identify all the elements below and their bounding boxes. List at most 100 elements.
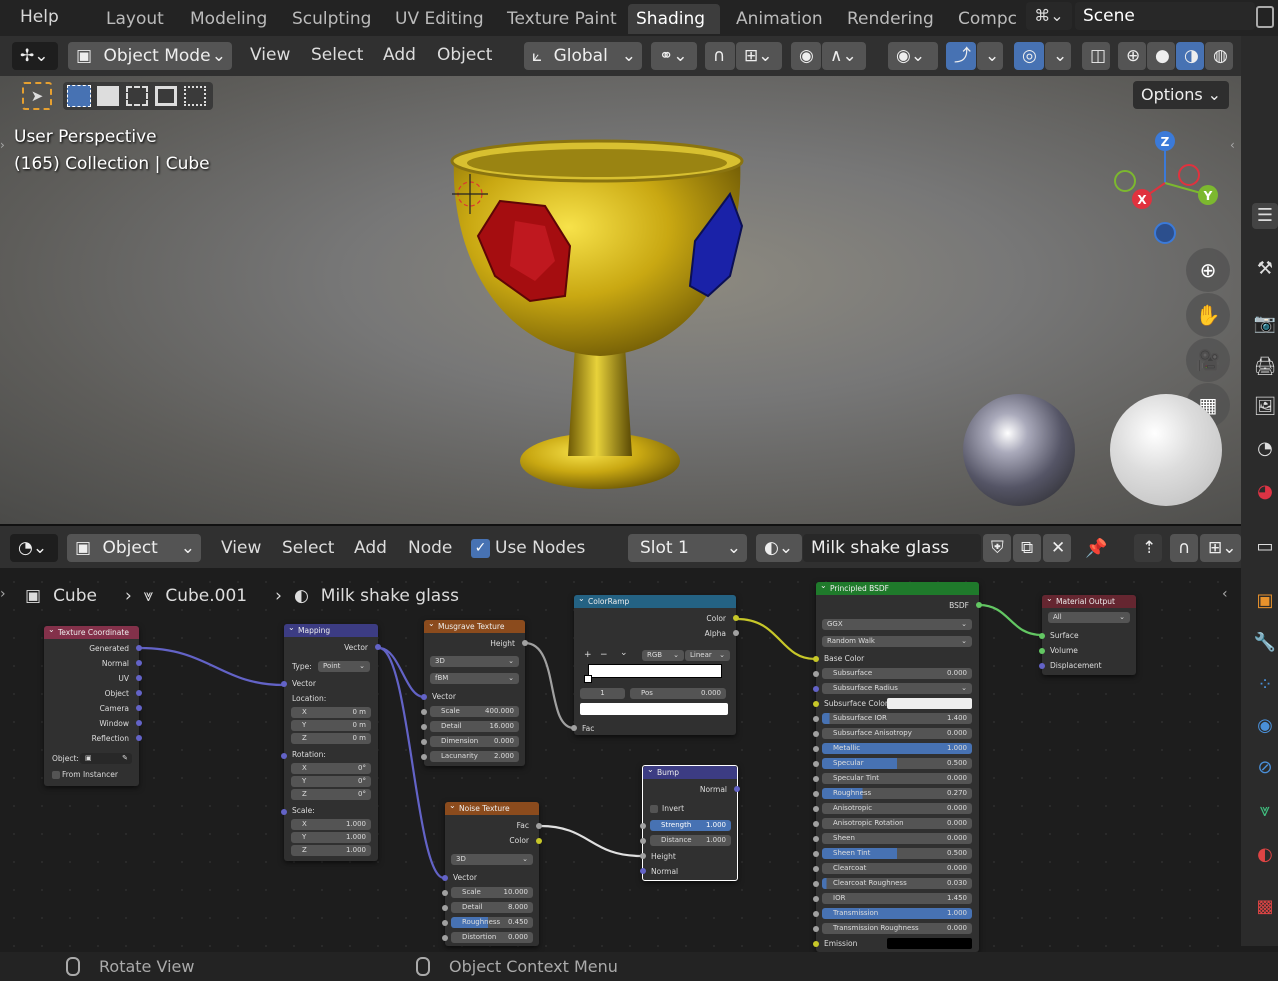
roughness-field[interactable]: Roughness 0.450 [451,917,533,928]
location-y-field[interactable]: Y 0 m [291,720,371,731]
output-socket[interactable] [733,630,739,636]
transform-orientation-dropdown[interactable]: ⟀ Global ⌄ [524,42,642,70]
slot-dropdown[interactable]: Slot 1 ⌄ [628,534,747,562]
input-socket[interactable] [813,656,819,662]
modifier-wrench-icon[interactable]: 🔧 [1252,630,1278,656]
output-socket[interactable] [734,786,740,792]
menu-node[interactable]: Node [408,538,452,558]
bsdf-field[interactable]: Transmission 1.000 [822,908,972,919]
color-mode-dropdown[interactable]: RGB ⌄ [642,650,684,661]
output-socket[interactable] [136,675,142,681]
physics-icon[interactable]: ◉ [1252,713,1278,739]
input-socket[interactable] [813,896,819,902]
distortion-field[interactable]: Distortion 0.000 [451,932,533,943]
fake-user-shield-icon[interactable]: ⛨ [983,534,1011,562]
principled-bsdf-node[interactable]: Principled BSDF BSDF GGX ⌄ Random Walk ⌄ B… [813,579,982,952]
stop-index-field[interactable]: 1 [580,688,625,699]
collection-icon[interactable]: ▭ [1252,534,1278,560]
scene-icon[interactable]: ◔ [1252,436,1278,462]
texture-coordinate-node[interactable]: Texture Coordinate Generated Normal UV O… [44,623,142,786]
sidebar-toggle-icon[interactable]: ‹ [1230,138,1235,152]
snap-target-icon[interactable]: ⊞⌄ [736,42,782,70]
object-picker-field[interactable]: ▣ ✎ [80,753,132,764]
tool-icon[interactable]: ⚒ [1252,256,1278,282]
subsurface-radius-dropdown[interactable]: Subsurface Radius ⌄ [822,683,972,694]
chevron-down-icon[interactable]: ⌄ [1045,42,1071,70]
menu-object[interactable]: Object [437,45,492,65]
input-socket[interactable] [813,836,819,842]
scene-field[interactable]: Scene [1075,2,1255,30]
ramp-menu-icon[interactable]: ⌄ [620,648,628,658]
input-socket[interactable] [442,920,448,926]
input-socket[interactable] [813,671,819,677]
interpolation-dropdown[interactable]: Linear ⌄ [685,650,730,661]
strength-field[interactable]: Strength 1.000 [650,820,731,831]
bsdf-field[interactable]: Anisotropic 0.000 [822,803,972,814]
ramp-stop-handle[interactable] [584,675,592,683]
view-layer-icon[interactable]: 🖼 [1252,394,1278,420]
material-name-field[interactable]: Milk shake glass [803,534,981,562]
input-socket[interactable] [813,761,819,767]
subsurface-color-swatch[interactable] [887,698,972,709]
dimensions-dropdown[interactable]: 3D ⌄ [451,854,533,865]
output-target-dropdown[interactable]: All ⌄ [1048,612,1130,623]
output-socket[interactable] [136,735,142,741]
proportional-edit-icon[interactable]: ◉ [791,42,821,70]
scale-x-field[interactable]: X 1.000 [291,819,371,830]
input-socket[interactable] [442,905,448,911]
menu-view[interactable]: View [221,538,261,558]
scale-field[interactable]: Scale 10.000 [451,887,533,898]
location-x-field[interactable]: X 0 m [291,707,371,718]
constraints-icon[interactable]: ⊘ [1252,755,1278,781]
checkbox-box[interactable] [52,771,60,779]
emission-color-swatch[interactable] [887,938,972,949]
mapping-type-dropdown[interactable]: Point ⌄ [318,661,370,672]
chevron-down-icon[interactable]: ⌄ [977,42,1003,70]
mapping-node[interactable]: Mapping Vector Type: Point⌄ Vector Locat… [281,621,381,861]
stop-color-swatch[interactable] [580,703,728,715]
input-socket[interactable] [1039,663,1045,669]
input-socket[interactable] [813,716,819,722]
input-socket[interactable] [442,890,448,896]
tab-shading[interactable]: Shading [628,4,720,34]
bsdf-field[interactable]: Metallic 1.000 [822,743,972,754]
navigation-gizmo[interactable]: Z Y X [1105,128,1225,248]
input-socket[interactable] [421,709,427,715]
input-socket[interactable] [813,806,819,812]
help-menu[interactable]: Help [20,7,59,27]
options-dropdown[interactable]: Options ⌄ [1133,81,1229,109]
location-z-field[interactable]: Z 0 m [291,733,371,744]
solid-shading-icon[interactable]: ● [1147,42,1175,70]
input-socket[interactable] [421,754,427,760]
input-socket[interactable] [281,809,287,815]
output-socket[interactable] [136,705,142,711]
output-socket[interactable] [733,615,739,621]
pan-hand-icon[interactable]: ✋ [1186,293,1230,337]
tab-animation[interactable]: Animation [728,4,831,34]
bsdf-field[interactable]: Anisotropic Rotation 0.000 [822,818,972,829]
select-intersect-icon[interactable] [184,86,206,106]
gizmo-icon[interactable]: ⤴ [946,42,976,70]
output-socket[interactable] [536,823,542,829]
output-socket[interactable] [522,640,528,646]
tab-rendering[interactable]: Rendering [839,4,942,34]
menu-select[interactable]: Select [282,538,334,558]
parent-node-tree-icon[interactable]: ⇡ [1134,534,1162,562]
pin-icon[interactable]: 📌 [1085,538,1107,559]
new-scene-icon[interactable] [1256,6,1274,28]
select-extend-icon[interactable] [97,86,119,106]
scale-field[interactable]: Scale 400.000 [430,706,519,717]
object-mode-dropdown[interactable]: ▣ Object Mode ⌄ [68,42,232,70]
input-socket[interactable] [1039,633,1045,639]
select-new-icon[interactable] [67,85,91,107]
dimension-field[interactable]: Dimension 0.000 [430,736,519,747]
input-socket[interactable] [442,875,448,881]
bump-node[interactable]: Bump Normal Invert Strength 1.000 Distanc… [640,763,740,881]
bsdf-field[interactable]: Sheen Tint 0.500 [822,848,972,859]
bsdf-field[interactable]: Specular 0.500 [822,758,972,769]
input-socket[interactable] [813,731,819,737]
bsdf-field[interactable]: Transmission Roughness 0.000 [822,923,972,934]
material-icon[interactable]: ◐ [1252,842,1278,868]
bsdf-field[interactable]: Specular Tint 0.000 [822,773,972,784]
input-socket[interactable] [1039,648,1045,654]
